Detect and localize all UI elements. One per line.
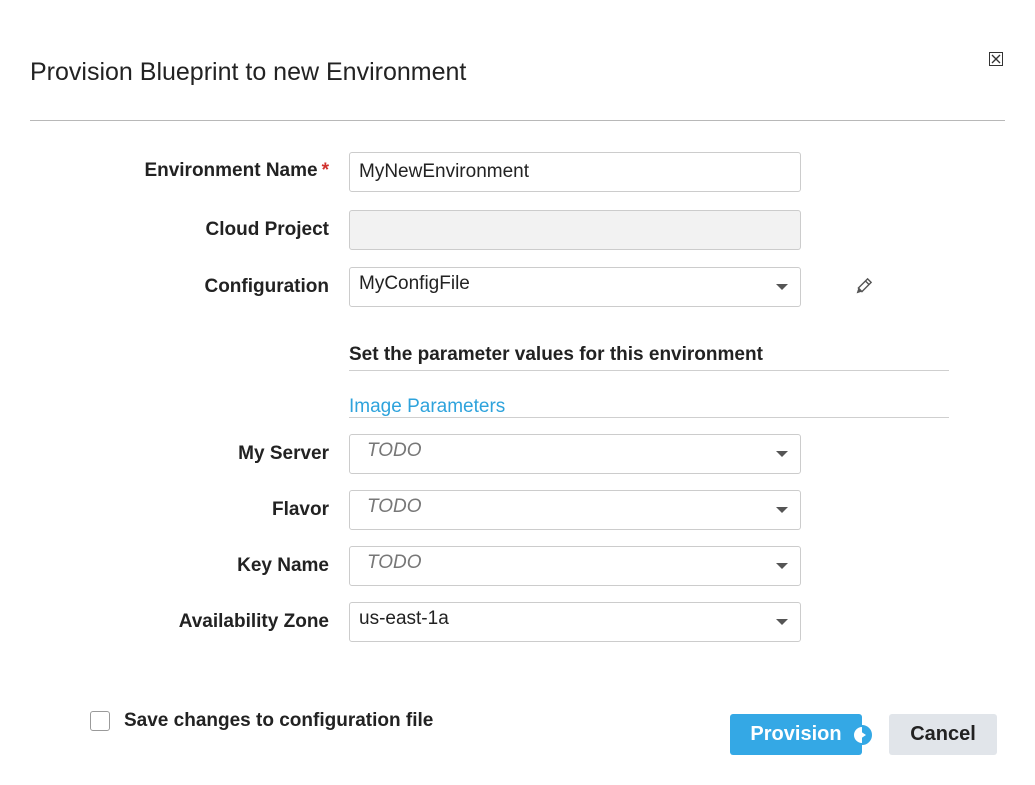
provision-dialog: Provision Blueprint to new Environment E…	[0, 0, 1035, 785]
image-parameters-link[interactable]: Image Parameters	[349, 396, 505, 418]
save-changes-checkbox[interactable]	[90, 711, 110, 731]
environment-name-input[interactable]: MyNewEnvironment	[349, 152, 801, 192]
flavor-label: Flavor	[271, 499, 329, 520]
cloud-project-label: Cloud Project	[205, 219, 329, 240]
configuration-label: Configuration	[204, 276, 329, 297]
image-parameters-divider	[349, 417, 949, 418]
pencil-icon[interactable]	[853, 277, 873, 297]
required-marker: *	[321, 160, 329, 181]
chevron-down-icon	[776, 619, 788, 625]
key-name-label: Key Name	[237, 555, 329, 576]
environment-name-label-text: Environment Name	[144, 160, 318, 181]
parameters-divider	[349, 370, 949, 371]
spinner-icon	[852, 725, 872, 745]
my-server-select[interactable]: TODO	[349, 434, 801, 474]
close-icon	[991, 54, 1001, 64]
dialog-title: Provision Blueprint to new Environment	[30, 58, 467, 86]
availability-zone-value: us-east-1a	[359, 608, 449, 629]
chevron-down-icon	[776, 451, 788, 457]
save-changes-label[interactable]: Save changes to configuration file	[124, 710, 433, 732]
configuration-select[interactable]: MyConfigFile	[349, 267, 801, 307]
title-divider	[30, 120, 1005, 121]
key-name-select[interactable]: TODO	[349, 546, 801, 586]
flavor-select[interactable]: TODO	[349, 490, 801, 530]
cloud-project-input	[349, 210, 801, 250]
chevron-down-icon	[776, 284, 788, 290]
flavor-value: TODO	[367, 496, 422, 517]
availability-zone-label: Availability Zone	[178, 611, 329, 632]
environment-name-value: MyNewEnvironment	[359, 161, 529, 182]
environment-name-label: Environment Name *	[144, 160, 329, 182]
close-button[interactable]	[989, 52, 1003, 66]
provision-button[interactable]: Provision	[730, 714, 862, 755]
availability-zone-select[interactable]: us-east-1a	[349, 602, 801, 642]
configuration-value: MyConfigFile	[359, 273, 470, 294]
chevron-down-icon	[776, 507, 788, 513]
chevron-down-icon	[776, 563, 788, 569]
my-server-value: TODO	[367, 440, 422, 461]
parameters-heading: Set the parameter values for this enviro…	[349, 344, 763, 365]
cancel-button[interactable]: Cancel	[889, 714, 997, 755]
my-server-label: My Server	[238, 443, 329, 464]
key-name-value: TODO	[367, 552, 422, 573]
